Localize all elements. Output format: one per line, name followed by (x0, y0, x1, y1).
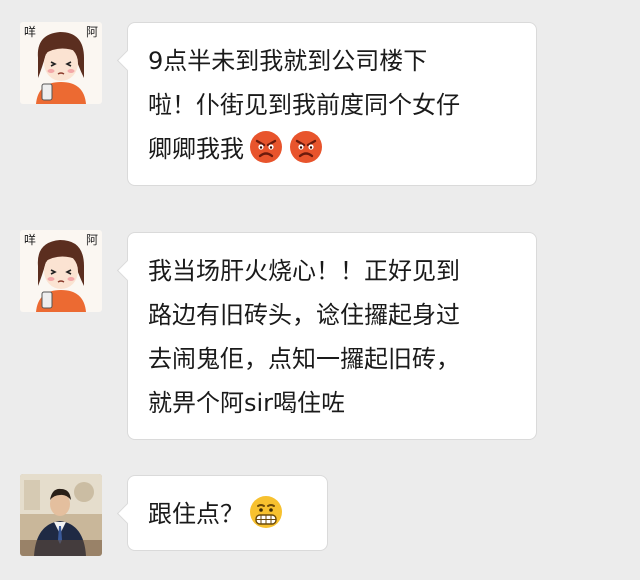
avatar-caption-right: 阿 (86, 233, 98, 247)
message-bubble-1[interactable]: 9点半未到我就到公司楼下 啦！仆街见到我前度同个女仔 卿卿我我 (127, 22, 537, 186)
message-bubble-3[interactable]: 跟住点？ (127, 475, 328, 551)
message-row-1: 咩 阿 9点半未到我就到公司楼下 啦！仆街见到我前度同个女仔 卿卿我我 (0, 22, 640, 192)
message-text-line: 就畀个阿sir喝住咗 (148, 389, 346, 417)
message-row-3: 跟住点？ (0, 474, 640, 564)
message-text-line: 9点半未到我就到公司楼下 (148, 47, 428, 75)
message-text: 卿卿我我 (148, 135, 244, 163)
girl-avatar-illustration: 咩 阿 (20, 230, 102, 312)
avatar-caption-right: 阿 (86, 25, 98, 39)
grimacing-face-icon (248, 494, 284, 530)
message-text-line: 路边有旧砖头，谂住攞起身过 (148, 301, 460, 329)
angry-face-icon (288, 129, 324, 165)
message-text-line: 啦！仆街见到我前度同个女仔 (148, 91, 460, 119)
message-text-line: 我当场肝火烧心！！正好见到 (148, 257, 460, 285)
message-text-line: 去闹鬼佢，点知一攞起旧砖， (148, 345, 460, 373)
man-avatar-photo (20, 474, 102, 556)
message-text-line: 卿卿我我 (148, 127, 518, 171)
avatar-caption-left: 咩 (24, 232, 36, 247)
message-bubble-2[interactable]: 我当场肝火烧心！！正好见到 路边有旧砖头，谂住攞起身过 去闹鬼佢，点知一攞起旧砖… (127, 232, 537, 440)
avatar-man[interactable] (20, 474, 102, 556)
message-text: 跟住点？ (148, 500, 244, 528)
avatar-girl[interactable]: 咩 阿 (20, 230, 102, 312)
message-text-line: 跟住点？ (148, 492, 309, 536)
message-row-2: 咩 阿 我当场肝火烧心！！正好见到 路边有旧砖头，谂住攞起身过 去闹鬼佢，点知一… (0, 230, 640, 440)
girl-avatar-illustration: 咩 阿 (20, 22, 102, 104)
avatar-caption-left: 咩 (24, 24, 36, 39)
angry-face-icon (248, 129, 284, 165)
avatar-girl[interactable]: 咩 阿 (20, 22, 102, 104)
